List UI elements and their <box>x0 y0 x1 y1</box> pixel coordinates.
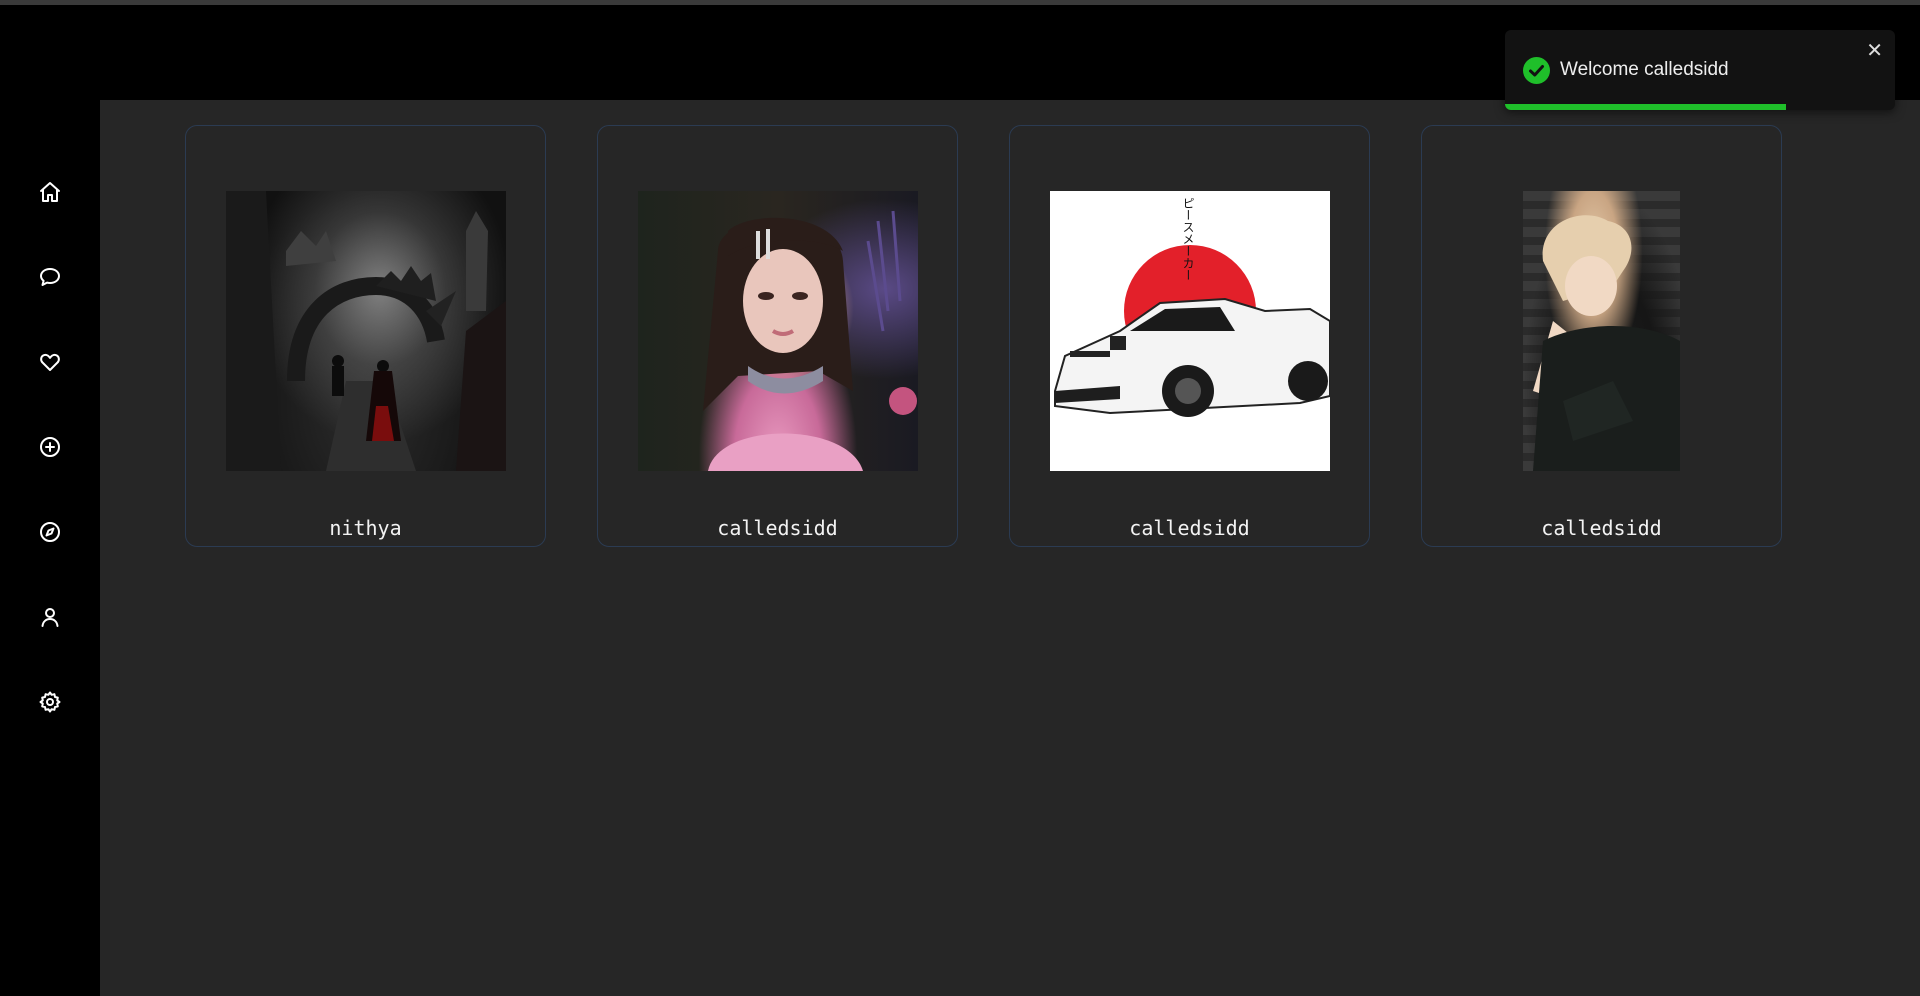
heart-icon <box>40 353 60 371</box>
nav-explore[interactable] <box>30 512 70 552</box>
nav-create[interactable] <box>30 427 70 467</box>
post-username[interactable]: calledsidd <box>598 516 957 540</box>
nav-likes[interactable] <box>30 342 70 382</box>
post-card[interactable]: nithya <box>185 125 546 547</box>
home-icon <box>40 182 60 202</box>
sidebar <box>0 100 100 996</box>
post-image-portrait[interactable] <box>638 191 918 471</box>
portrait-artwork <box>703 210 917 471</box>
nav-settings[interactable] <box>30 682 70 722</box>
post-image-dragon[interactable] <box>226 191 506 471</box>
post-username[interactable]: calledsidd <box>1010 516 1369 540</box>
nav-profile[interactable] <box>30 597 70 637</box>
car-katakana-text: ピースメーカー <box>1181 197 1195 281</box>
post-image-car[interactable]: ピースメーカー <box>1050 191 1330 471</box>
success-check-icon <box>1523 57 1550 84</box>
nav-messages[interactable] <box>30 257 70 297</box>
compass-icon <box>40 522 60 542</box>
welcome-toast: Welcome calledsidd ✕ <box>1505 30 1895 110</box>
toast-message: Welcome calledsidd <box>1560 59 1729 80</box>
toast-close-icon[interactable]: ✕ <box>1866 40 1883 60</box>
chat-icon <box>40 268 60 286</box>
app-window: nithya calledsidd ピースメーカー calledsidd cal… <box>0 0 1920 996</box>
plus-circle-icon <box>40 437 60 457</box>
boy-artwork <box>1533 215 1680 471</box>
gear-icon <box>39 691 61 713</box>
post-card[interactable]: calledsidd <box>597 125 958 547</box>
nav-home[interactable] <box>30 172 70 212</box>
post-image-anime-boy[interactable] <box>1523 191 1680 471</box>
post-username[interactable]: calledsidd <box>1422 516 1781 540</box>
post-card[interactable]: calledsidd <box>1421 125 1782 547</box>
dragon-artwork <box>226 191 506 471</box>
top-border <box>0 0 1920 5</box>
post-username[interactable]: nithya <box>186 516 545 540</box>
feed-grid: nithya calledsidd ピースメーカー calledsidd cal… <box>100 100 1920 996</box>
user-icon <box>41 608 59 627</box>
toast-progress-bar <box>1505 104 1786 110</box>
post-card[interactable]: ピースメーカー calledsidd <box>1009 125 1370 547</box>
